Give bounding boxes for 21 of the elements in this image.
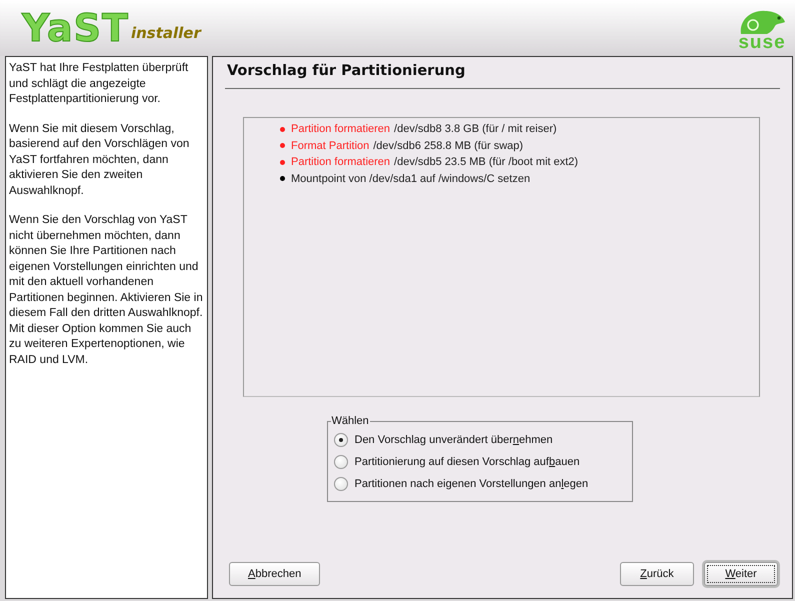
help-paragraph: Wenn Sie den Vorschlag von YaST nicht übernehmen möchten, dann können Sie Ihre Partitionen nach eigenen Vorstellungen einrichten und mit den aktuell vorhandenen Partitionen beginnen. Aktivieren Sie in diesem Fall den dritten Auswahlknopf. Mit dieser Option kommen Sie auch zu weiteren Expertenoptionen, wie RAID und LVM. (9, 213, 204, 368)
logo-text: YaST (22, 8, 129, 48)
group-legend: Wählen (330, 415, 370, 427)
radio-button[interactable] (334, 477, 348, 491)
radio-label[interactable]: Partitionen nach eigenen Vorstellungen anlegen (354, 478, 588, 490)
radio-label[interactable]: Den Vorschlag unverändert übernehmen (354, 434, 553, 446)
abort-button[interactable]: Abbrechen (229, 562, 320, 586)
radio-button[interactable] (334, 455, 348, 469)
help-paragraph: Wenn Sie mit diesem Vorschlag, basierend auf den Vorschlägen von YaST fortfahren möchten, dann aktivieren Sie den zweiten Auswahlknopf. (9, 122, 190, 198)
proposal-item: Partition formatieren /dev/sdb8 3.8 GB (für / mit reiser) (291, 122, 557, 137)
logo-subtitle: installer (130, 24, 201, 42)
radio-label[interactable]: Partitionierung auf diesen Vorschlag aufbauen (354, 456, 580, 468)
brand-logo-text: suse (738, 34, 786, 52)
proposal-item: Format Partition /dev/sdb6 258.8 MB (für swap) (291, 138, 524, 154)
next-button[interactable]: Weiter (704, 562, 778, 586)
proposal-item: Mountpoint von /dev/sda1 auf /windows/C setzen (291, 172, 530, 186)
page-title: Vorschlag für Partitionierung (227, 63, 466, 79)
radio-button[interactable] (334, 433, 348, 447)
proposal-item: Partition formatieren /dev/sdb5 23.5 MB (für /boot mit ext2) (291, 155, 578, 170)
back-button[interactable]: Zurück (620, 562, 694, 586)
help-paragraph: YaST hat Ihre Festplatten überprüft und schlägt die angezeigte Festplattenpartitionierung vor. (9, 61, 190, 107)
